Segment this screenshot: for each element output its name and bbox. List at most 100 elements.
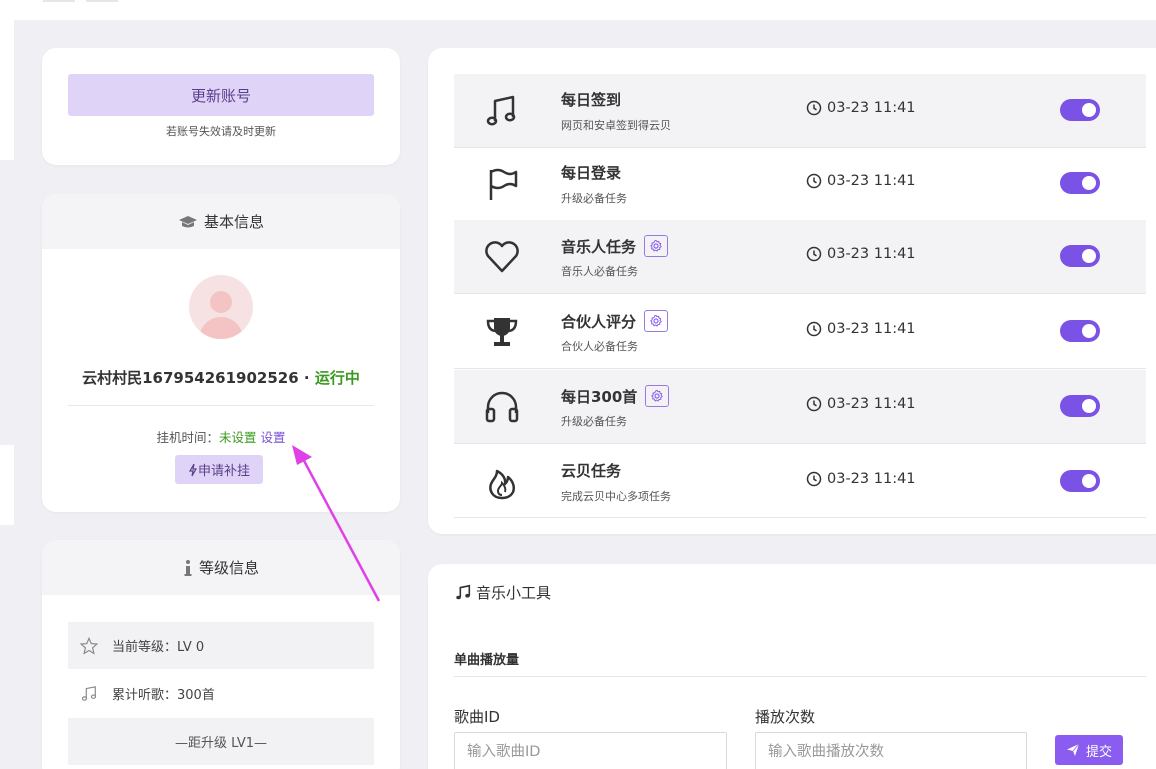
- account-card: 更新账号 若账号失效请及时更新: [42, 48, 400, 165]
- task-title: 云贝任务: [561, 462, 622, 480]
- music-tool-header: 音乐小工具: [454, 582, 551, 603]
- sidebar-edge: [0, 20, 14, 160]
- nickname-line: 云村村民167954261902526 · 运行中: [42, 367, 400, 388]
- divider: [68, 405, 374, 406]
- toggle-knob: [1082, 324, 1096, 338]
- toggle-knob: [1082, 249, 1096, 263]
- sidebar-edge: [0, 445, 14, 525]
- heart-icon: [485, 241, 519, 273]
- task-title: 每日300首: [561, 387, 638, 406]
- status-badge: 运行中: [314, 369, 360, 387]
- song-id-input[interactable]: [454, 732, 727, 769]
- task-title-line: 云贝任务: [561, 460, 621, 481]
- task-time-value: 03-23 11:41: [827, 471, 916, 487]
- play-count-input[interactable]: [755, 732, 1027, 769]
- task-title-line: 每日签到: [561, 89, 621, 110]
- task-toggle[interactable]: [1060, 470, 1100, 492]
- basic-info-card: 基本信息 云村村民167954261902526 · 运行中 挂机时间：未设置 …: [42, 194, 400, 512]
- task-toggle[interactable]: [1060, 395, 1100, 417]
- task-time-value: 03-23 11:41: [827, 246, 916, 262]
- update-account-button[interactable]: 更新账号: [68, 74, 374, 116]
- nickname: 云村村民167954261902526: [82, 369, 299, 387]
- music-note-icon: [486, 95, 516, 126]
- task-time-value: 03-23 11:41: [827, 321, 916, 337]
- apply-makeup-label: 申请补挂: [197, 464, 250, 479]
- hang-time-label: 挂机时间：: [156, 430, 219, 445]
- task-desc: 升级必备任务: [561, 415, 627, 428]
- task-time: 03-23 11:41: [806, 321, 916, 337]
- apply-makeup-button[interactable]: 申请补挂: [175, 455, 263, 484]
- task-settings-button[interactable]: [644, 235, 669, 257]
- basic-info-title: 基本信息: [203, 213, 264, 231]
- clock-icon: [806, 246, 822, 262]
- task-toggle[interactable]: [1060, 172, 1100, 194]
- task-row: 每日签到 网页和安卓签到得云贝 03-23 11:41: [454, 74, 1146, 148]
- star-icon: [80, 636, 98, 655]
- clock-icon: [806, 173, 822, 189]
- task-time-value: 03-23 11:41: [827, 100, 916, 116]
- divider: [454, 676, 1146, 677]
- task-time: 03-23 11:41: [806, 396, 916, 412]
- task-toggle[interactable]: [1060, 320, 1100, 342]
- task-row: 每日300首升级必备任务 03-23 11:41: [454, 370, 1146, 444]
- music-tool-card: 音乐小工具 单曲播放量 歌曲ID 播放次数 提交: [428, 564, 1156, 769]
- task-desc: 合伙人必备任务: [561, 340, 638, 353]
- top-bar-button[interactable]: [43, 0, 75, 2]
- avatar: [189, 275, 253, 339]
- task-toggle[interactable]: [1060, 245, 1100, 267]
- clock-icon: [806, 321, 822, 337]
- send-icon: [1066, 743, 1080, 756]
- info-icon: [184, 559, 192, 576]
- task-row: 每日登录 升级必备任务 03-23 11:41: [454, 147, 1146, 221]
- lightning-icon: [188, 463, 198, 476]
- level-info-header: 等级信息: [42, 540, 400, 595]
- song-id-label: 歌曲ID: [454, 708, 500, 726]
- task-settings-button[interactable]: [644, 310, 669, 332]
- music-tool-title: 音乐小工具: [476, 584, 552, 602]
- clock-icon: [806, 396, 822, 412]
- submit-label: 提交: [1085, 743, 1112, 759]
- task-time: 03-23 11:41: [806, 471, 916, 487]
- level-info-title: 等级信息: [198, 559, 259, 577]
- hang-time-line: 挂机时间：未设置 设置: [42, 427, 400, 446]
- task-title: 每日登录: [561, 164, 622, 182]
- music-note-icon: [456, 584, 471, 599]
- submit-button[interactable]: 提交: [1055, 735, 1123, 765]
- listened-row: 累计听歌：300首: [68, 670, 374, 717]
- task-title: 音乐人任务: [561, 237, 637, 256]
- task-title-line: 合伙人评分: [561, 310, 669, 332]
- trophy-icon: [486, 318, 518, 346]
- task-desc: 音乐人必备任务: [561, 265, 638, 278]
- next-level: —距升级 LV1—: [174, 736, 268, 751]
- toggle-knob: [1082, 474, 1096, 488]
- top-bar: [0, 0, 1156, 20]
- update-hint: 若账号失效请及时更新: [166, 125, 276, 138]
- hang-time-value: 未设置: [219, 430, 257, 445]
- clock-icon: [806, 471, 822, 487]
- task-toggle[interactable]: [1060, 99, 1100, 121]
- level-info-card: 等级信息 当前等级：LV 0 累计听歌：300首 —距升级 LV1—: [42, 540, 400, 769]
- toggle-knob: [1082, 103, 1096, 117]
- clock-icon: [806, 100, 822, 116]
- task-row: 合伙人评分合伙人必备任务 03-23 11:41: [454, 295, 1146, 369]
- music-note-icon: [81, 685, 97, 701]
- set-hang-time-link[interactable]: 设置: [261, 430, 286, 445]
- task-title: 每日签到: [561, 91, 622, 109]
- headphones-icon: [485, 391, 519, 423]
- task-desc: 完成云贝中心多项任务: [561, 490, 671, 503]
- current-level: 当前等级：LV 0: [112, 640, 205, 655]
- toggle-knob: [1082, 176, 1096, 190]
- gear-icon: [650, 314, 662, 327]
- flag-icon: [489, 168, 518, 200]
- task-title-line: 每日登录: [561, 162, 621, 183]
- gear-icon: [650, 239, 662, 252]
- top-bar-button[interactable]: [86, 0, 118, 2]
- task-time-value: 03-23 11:41: [827, 173, 916, 189]
- separator: ·: [298, 369, 315, 387]
- task-title: 合伙人评分: [561, 312, 637, 331]
- task-settings-button[interactable]: [645, 385, 670, 407]
- toggle-knob: [1082, 399, 1096, 413]
- listened-count: 累计听歌：300首: [112, 688, 215, 703]
- section-title: 单曲播放量: [454, 653, 520, 668]
- graduation-cap-icon: [178, 215, 197, 227]
